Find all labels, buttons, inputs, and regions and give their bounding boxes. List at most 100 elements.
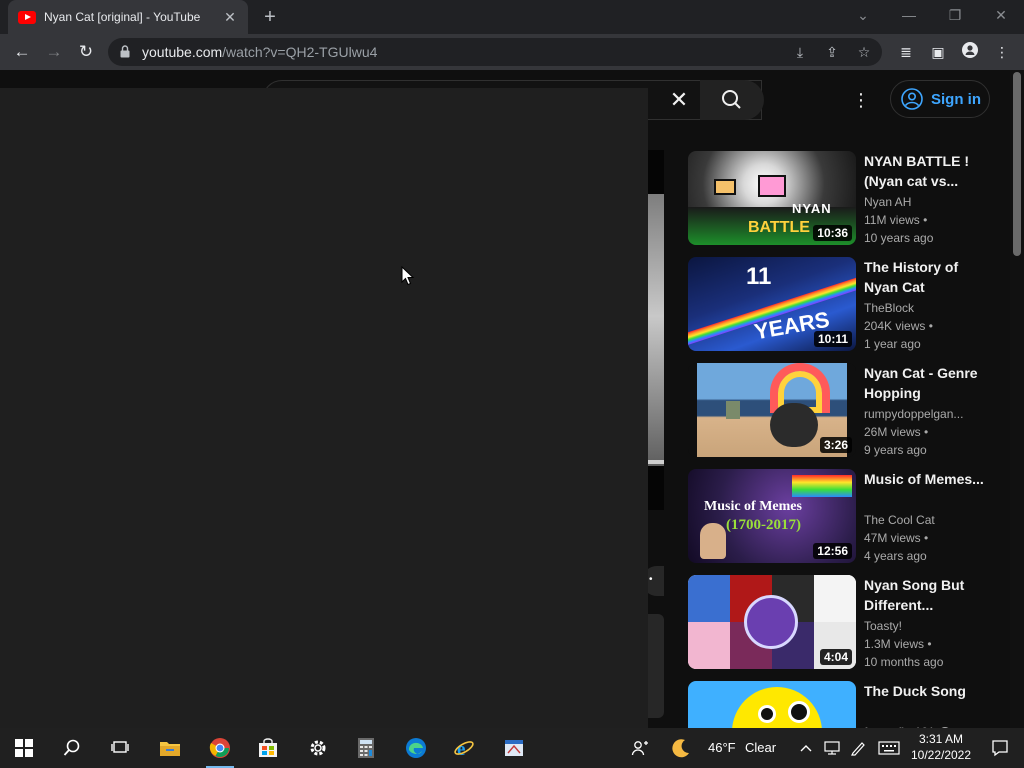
browser-tab-active[interactable]: Nyan Cat [original] - YouTube ✕	[8, 0, 248, 34]
progress-bar-edge	[648, 460, 664, 464]
youtube-page: ✕ ⋮ Sign in • NYAN BATTLE 10:36 NYAN BAT…	[0, 70, 1024, 728]
search-clear-icon[interactable]: ✕	[664, 86, 694, 114]
view-count: 47M views •	[864, 531, 929, 545]
upload-age: 4 years ago	[864, 549, 927, 563]
upload-age: 9 years ago	[864, 443, 927, 457]
channel-name[interactable]: Nyan AH	[864, 195, 911, 209]
minimize-button[interactable]: —	[886, 0, 932, 34]
video-title[interactable]: Music of Memes...	[864, 469, 988, 489]
calculator-button[interactable]	[342, 728, 390, 768]
video-title[interactable]: Nyan Cat - Genre Hopping	[864, 363, 988, 403]
recommendation-item[interactable]: Music of Memes (1700-2017) 12:56 Music o…	[688, 469, 1008, 565]
channel-name[interactable]: The Cool Cat	[864, 513, 935, 527]
blank-overlay-panel	[0, 88, 648, 728]
new-tab-button[interactable]: +	[258, 5, 282, 29]
upload-age: 10 years ago	[864, 231, 934, 245]
file-explorer-button[interactable]	[146, 728, 194, 768]
address-bar[interactable]: youtube.com/watch?v=QH2-TGUlwu4 ⤓ ⇪ ☆	[108, 38, 882, 66]
video-thumbnail[interactable]: 3:26	[688, 363, 856, 457]
tab-close-icon[interactable]: ✕	[222, 9, 238, 26]
recommendation-item[interactable]: 4:04 Nyan Song But Different... Toasty! …	[688, 575, 1008, 671]
view-count: 11M views •	[864, 213, 928, 227]
svg-text:e: e	[457, 739, 465, 759]
gear-icon	[310, 740, 326, 756]
reload-button[interactable]: ↻	[72, 38, 100, 66]
pen-workspace-button[interactable]	[846, 728, 870, 768]
pen-icon	[851, 742, 865, 756]
back-button[interactable]: ←	[8, 38, 36, 66]
store-icon	[259, 738, 277, 757]
snipping-tool-button[interactable]	[490, 728, 538, 768]
weather-temp[interactable]: 46°F	[708, 740, 736, 755]
view-count: 1.3M views •	[864, 637, 932, 651]
profile-icon[interactable]	[960, 42, 980, 62]
youtube-search-button[interactable]	[700, 80, 764, 120]
thumb-text: Music of Memes	[704, 499, 802, 514]
chrome-taskbar-button[interactable]	[196, 728, 244, 768]
recommendation-item[interactable]: 3:26 Nyan Cat - Genre Hopping rumpydoppe…	[688, 363, 1008, 459]
media-controls-icon[interactable]: ≣	[896, 42, 916, 62]
video-duration: 12:56	[813, 543, 852, 559]
tab-title: Nyan Cat [original] - YouTube	[44, 10, 201, 24]
video-duration: 4:04	[819, 649, 852, 665]
task-view-icon	[111, 741, 129, 753]
video-title[interactable]: NYAN BATTLE ! (Nyan cat vs...	[864, 151, 988, 191]
touch-keyboard-button[interactable]	[874, 728, 904, 768]
people-button[interactable]	[616, 728, 664, 768]
share-icon[interactable]: ⇪	[822, 42, 842, 62]
video-title[interactable]: The History of Nyan Cat	[864, 257, 988, 297]
action-center-button[interactable]	[976, 728, 1024, 768]
upload-age: 1 year ago	[864, 337, 921, 351]
edge-button[interactable]	[392, 728, 440, 768]
settings-button[interactable]	[294, 728, 342, 768]
account-icon	[901, 88, 923, 110]
video-title[interactable]: The Duck Song	[864, 681, 988, 701]
mouse-cursor-icon	[401, 266, 415, 286]
bookmark-star-icon[interactable]: ☆	[854, 42, 874, 62]
side-panel-icon[interactable]: ▣	[928, 42, 948, 62]
view-count: 204K views •	[864, 319, 933, 333]
recommendation-item[interactable]: The Duck Song forrestfire101✓	[688, 681, 1008, 728]
video-thumbnail[interactable]: 4:04	[688, 575, 856, 669]
video-thumbnail[interactable]: NYAN BATTLE 10:36	[688, 151, 856, 245]
sign-in-button[interactable]: Sign in	[890, 80, 990, 118]
internet-explorer-button[interactable]: e	[440, 728, 488, 768]
notification-icon	[992, 740, 1008, 757]
tab-search-chevron-icon[interactable]: ⌄	[840, 0, 886, 34]
chrome-icon	[209, 738, 230, 758]
install-app-icon[interactable]: ⤓	[790, 42, 810, 62]
forward-button[interactable]: →	[40, 38, 68, 66]
channel-name[interactable]: rumpydoppelgan...	[864, 407, 963, 421]
windows-logo-icon	[15, 739, 33, 757]
task-view-button[interactable]	[96, 728, 144, 768]
scrollbar-thumb[interactable]	[1013, 72, 1021, 256]
view-count: 26M views •	[864, 425, 929, 439]
channel-name[interactable]: Toasty!	[864, 619, 902, 633]
url-path: /watch?v=QH2-TGUlwu4	[222, 44, 378, 60]
url-domain: youtube.com	[142, 44, 223, 60]
chevron-up-icon	[800, 745, 812, 752]
video-thumbnail[interactable]: Music of Memes (1700-2017) 12:56	[688, 469, 856, 563]
video-thumbnail[interactable]	[688, 681, 856, 728]
system-clock[interactable]: 3:31 AM 10/22/2022	[906, 731, 976, 763]
video-thumbnail[interactable]: 11 YEARS 10:11	[688, 257, 856, 351]
weather-desc[interactable]: Clear	[745, 740, 776, 755]
start-button[interactable]	[0, 728, 48, 768]
page-scrollbar[interactable]	[1010, 70, 1024, 728]
channel-name[interactable]: TheBlock	[864, 301, 914, 315]
close-window-button[interactable]: ✕	[978, 0, 1024, 34]
search-icon	[722, 90, 741, 109]
search-taskbar-button[interactable]	[48, 728, 96, 768]
calculator-icon	[358, 738, 374, 758]
store-button[interactable]	[244, 728, 292, 768]
weather-widget[interactable]	[666, 728, 696, 768]
thumb-text: (1700-2017)	[726, 517, 801, 533]
network-button[interactable]	[820, 728, 844, 768]
recommendation-item[interactable]: 11 YEARS 10:11 The History of Nyan Cat T…	[688, 257, 1008, 353]
chrome-menu-icon[interactable]: ⋮	[992, 42, 1012, 62]
restore-button[interactable]: ❐	[932, 0, 978, 34]
show-hidden-icons-button[interactable]	[794, 728, 818, 768]
settings-more-icon[interactable]: ⋮	[850, 86, 872, 114]
video-title[interactable]: Nyan Song But Different...	[864, 575, 988, 615]
recommendation-item[interactable]: NYAN BATTLE 10:36 NYAN BATTLE ! (Nyan ca…	[688, 151, 1008, 247]
